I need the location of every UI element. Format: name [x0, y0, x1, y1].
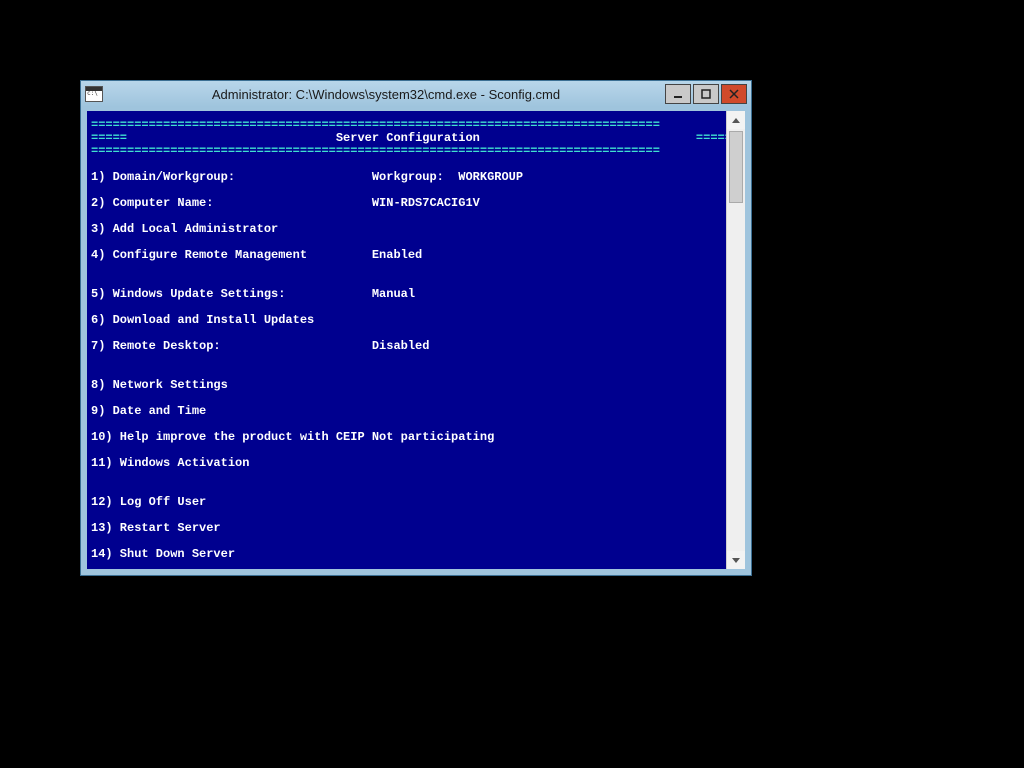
header-rule-top: ========================================…: [91, 118, 660, 132]
menu-item: 10) Help improve the product with CEIP N…: [91, 431, 722, 444]
header-title-line: ===== Server Configuration =====: [91, 131, 726, 145]
window-buttons: [663, 84, 747, 104]
menu-item: 12) Log Off User: [91, 496, 722, 509]
minimize-icon: [673, 89, 683, 99]
close-button[interactable]: [721, 84, 747, 104]
scroll-down-button[interactable]: [727, 551, 745, 569]
client-area: ========================================…: [87, 111, 745, 569]
scroll-thumb[interactable]: [729, 131, 743, 203]
menu-item: 6) Download and Install Updates: [91, 314, 722, 327]
menu-item: 4) Configure Remote Management Enabled: [91, 249, 722, 262]
minimize-button[interactable]: [665, 84, 691, 104]
chevron-up-icon: [732, 118, 740, 123]
menu-item: 1) Domain/Workgroup: Workgroup: WORKGROU…: [91, 171, 722, 184]
menu-item: 9) Date and Time: [91, 405, 722, 418]
window-title: Administrator: C:\Windows\system32\cmd.e…: [109, 87, 663, 102]
maximize-button[interactable]: [693, 84, 719, 104]
close-icon: [729, 89, 739, 99]
cmd-icon: [85, 86, 103, 102]
header-rule-bottom: ========================================…: [91, 144, 660, 158]
vertical-scrollbar[interactable]: [726, 111, 745, 569]
menu-item: 5) Windows Update Settings: Manual: [91, 288, 722, 301]
menu-item: 14) Shut Down Server: [91, 548, 722, 561]
scroll-up-button[interactable]: [727, 111, 745, 129]
console-output[interactable]: ========================================…: [87, 111, 726, 569]
menu-item: 3) Add Local Administrator: [91, 223, 722, 236]
menu-item: 2) Computer Name: WIN-RDS7CACIG1V: [91, 197, 722, 210]
maximize-icon: [701, 89, 711, 99]
menu-item: 11) Windows Activation: [91, 457, 722, 470]
cmd-window: Administrator: C:\Windows\system32\cmd.e…: [80, 80, 752, 576]
titlebar[interactable]: Administrator: C:\Windows\system32\cmd.e…: [81, 81, 751, 107]
chevron-down-icon: [732, 558, 740, 563]
menu-item: 8) Network Settings: [91, 379, 722, 392]
menu-item: 13) Restart Server: [91, 522, 722, 535]
menu-item: 7) Remote Desktop: Disabled: [91, 340, 722, 353]
